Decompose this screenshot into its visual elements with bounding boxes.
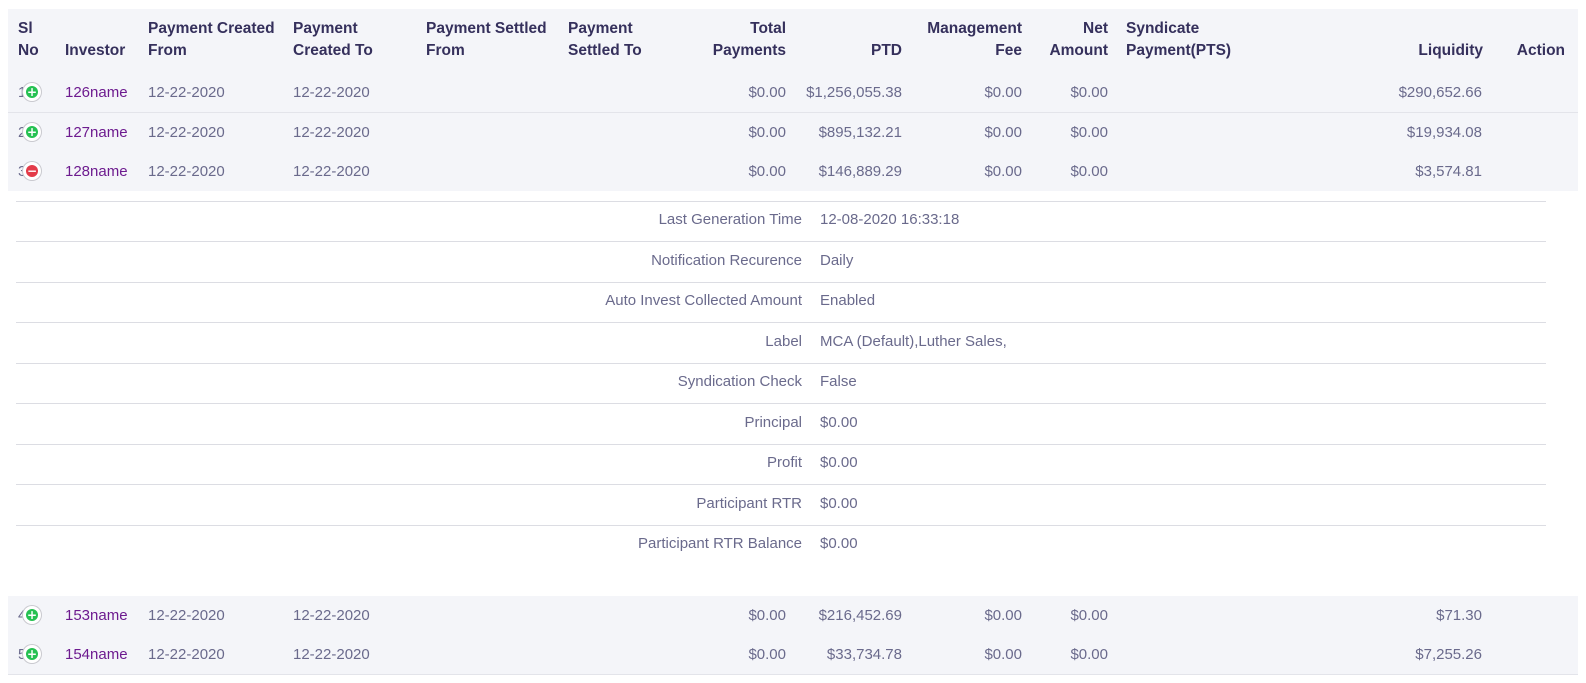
row-details-panel: Last Generation Time 12-08-2020 16:33:18…	[8, 191, 1578, 596]
payment-created-from: 12-22-2020	[148, 646, 225, 663]
ptd: $33,734.78	[826, 646, 902, 663]
ptd: $895,132.21	[818, 124, 902, 141]
divider	[16, 322, 1546, 323]
header-syndicate-payment[interactable]: Syndicate Payment(PTS)	[1126, 18, 1231, 62]
detail-label: Label	[765, 333, 802, 350]
detail-value: Enabled	[820, 292, 876, 309]
management-fee: $0.00	[984, 646, 1022, 663]
divider	[16, 201, 1546, 202]
divider	[16, 282, 1546, 283]
detail-value: $0.00	[820, 454, 858, 471]
detail-label: Principal	[744, 414, 802, 431]
detail-value: $0.00	[820, 535, 858, 552]
detail-value: 12-08-2020 16:33:18	[820, 211, 960, 228]
payment-created-from: 12-22-2020	[148, 124, 225, 141]
table-row: 4 + 153name 12-22-2020 12-22-2020 $0.00 …	[8, 596, 1578, 635]
liquidity: $290,652.66	[1398, 84, 1482, 101]
payment-created-to: 12-22-2020	[293, 84, 370, 101]
header-ptd[interactable]: PTD	[802, 18, 902, 62]
header-payment-settled-to[interactable]: Payment Settled To	[568, 18, 642, 62]
expand-row-button[interactable]: +	[23, 123, 41, 141]
detail-value: Daily	[820, 252, 854, 269]
detail-label: Participant RTR Balance	[638, 535, 802, 552]
minus-circle-icon: −	[26, 164, 38, 178]
header-net-amount[interactable]: Net Amount	[1038, 18, 1108, 62]
payment-created-to: 12-22-2020	[293, 607, 370, 624]
detail-value: MCA (Default),Luther Sales,	[820, 333, 1007, 350]
divider	[16, 363, 1546, 364]
net-amount: $0.00	[1070, 607, 1108, 624]
liquidity: $7,255.26	[1415, 646, 1482, 663]
net-amount: $0.00	[1070, 84, 1108, 101]
investor-link[interactable]: 153name	[65, 606, 128, 626]
divider	[16, 484, 1546, 485]
header-payment-created-to[interactable]: Payment Created To	[293, 18, 373, 62]
header-total-payments[interactable]: Total Payments	[688, 18, 786, 62]
divider	[16, 444, 1546, 445]
investor-link[interactable]: 154name	[65, 645, 128, 665]
detail-label: Notification Recurence	[651, 252, 802, 269]
detail-value: $0.00	[820, 495, 858, 512]
plus-circle-icon: +	[26, 608, 38, 622]
investor-link[interactable]: 128name	[65, 162, 128, 182]
header-liquidity[interactable]: Liquidity	[1382, 18, 1483, 62]
ptd: $216,452.69	[818, 607, 902, 624]
net-amount: $0.00	[1070, 163, 1108, 180]
total-payments: $0.00	[748, 163, 786, 180]
total-payments: $0.00	[748, 607, 786, 624]
detail-value: $0.00	[820, 414, 858, 431]
total-payments: $0.00	[748, 84, 786, 101]
header-sl-no[interactable]: Sl No	[18, 18, 39, 62]
detail-label: Syndication Check	[677, 373, 802, 390]
management-fee: $0.00	[984, 163, 1022, 180]
payment-created-from: 12-22-2020	[148, 84, 225, 101]
detail-label: Auto Invest Collected Amount	[605, 292, 802, 309]
table-row: 3 − 128name 12-22-2020 12-22-2020 $0.00 …	[8, 152, 1578, 191]
management-fee: $0.00	[984, 607, 1022, 624]
plus-circle-icon: +	[26, 85, 38, 99]
payment-created-to: 12-22-2020	[293, 163, 370, 180]
investor-payments-table: Sl No Investor Payment Created From Paymen…	[8, 9, 1578, 675]
detail-value: False	[820, 373, 857, 390]
net-amount: $0.00	[1070, 124, 1108, 141]
expand-row-button[interactable]: +	[23, 606, 41, 624]
detail-label: Profit	[766, 454, 802, 471]
table-row: 1 + 126name 12-22-2020 12-22-2020 $0.00 …	[8, 73, 1578, 112]
table-row: 5 + 154name 12-22-2020 12-22-2020 $0.00 …	[8, 635, 1578, 675]
divider	[16, 525, 1546, 526]
payment-created-to: 12-22-2020	[293, 646, 370, 663]
management-fee: $0.00	[984, 124, 1022, 141]
payment-created-to: 12-22-2020	[293, 124, 370, 141]
net-amount: $0.00	[1070, 646, 1108, 663]
header-investor[interactable]: Investor	[65, 18, 125, 62]
plus-circle-icon: +	[26, 647, 38, 661]
header-action: Action	[1516, 42, 1565, 59]
detail-label: Last Generation Time	[658, 211, 802, 228]
expand-row-button[interactable]: +	[23, 83, 41, 101]
liquidity: $3,574.81	[1415, 163, 1482, 180]
ptd: $146,889.29	[818, 163, 902, 180]
detail-label: Participant RTR	[696, 495, 802, 512]
total-payments: $0.00	[748, 646, 786, 663]
investor-link[interactable]: 127name	[65, 123, 128, 143]
divider	[16, 403, 1546, 404]
header-payment-settled-from[interactable]: Payment Settled From	[426, 18, 547, 62]
divider	[16, 241, 1546, 242]
total-payments: $0.00	[748, 124, 786, 141]
plus-circle-icon: +	[26, 125, 38, 139]
collapse-row-button[interactable]: −	[23, 162, 41, 180]
expand-row-button[interactable]: +	[23, 645, 41, 663]
header-management-fee[interactable]: Management Fee	[908, 18, 1022, 62]
management-fee: $0.00	[984, 84, 1022, 101]
ptd: $1,256,055.38	[806, 84, 902, 101]
liquidity: $19,934.08	[1406, 124, 1482, 141]
liquidity: $71.30	[1436, 607, 1482, 624]
payment-created-from: 12-22-2020	[148, 163, 225, 180]
payment-created-from: 12-22-2020	[148, 607, 225, 624]
table-row: 2 + 127name 12-22-2020 12-22-2020 $0.00 …	[8, 112, 1578, 152]
table-header: Sl No Investor Payment Created From Paymen…	[8, 9, 1578, 73]
header-payment-created-from[interactable]: Payment Created From	[148, 18, 275, 62]
investor-link[interactable]: 126name	[65, 83, 128, 103]
